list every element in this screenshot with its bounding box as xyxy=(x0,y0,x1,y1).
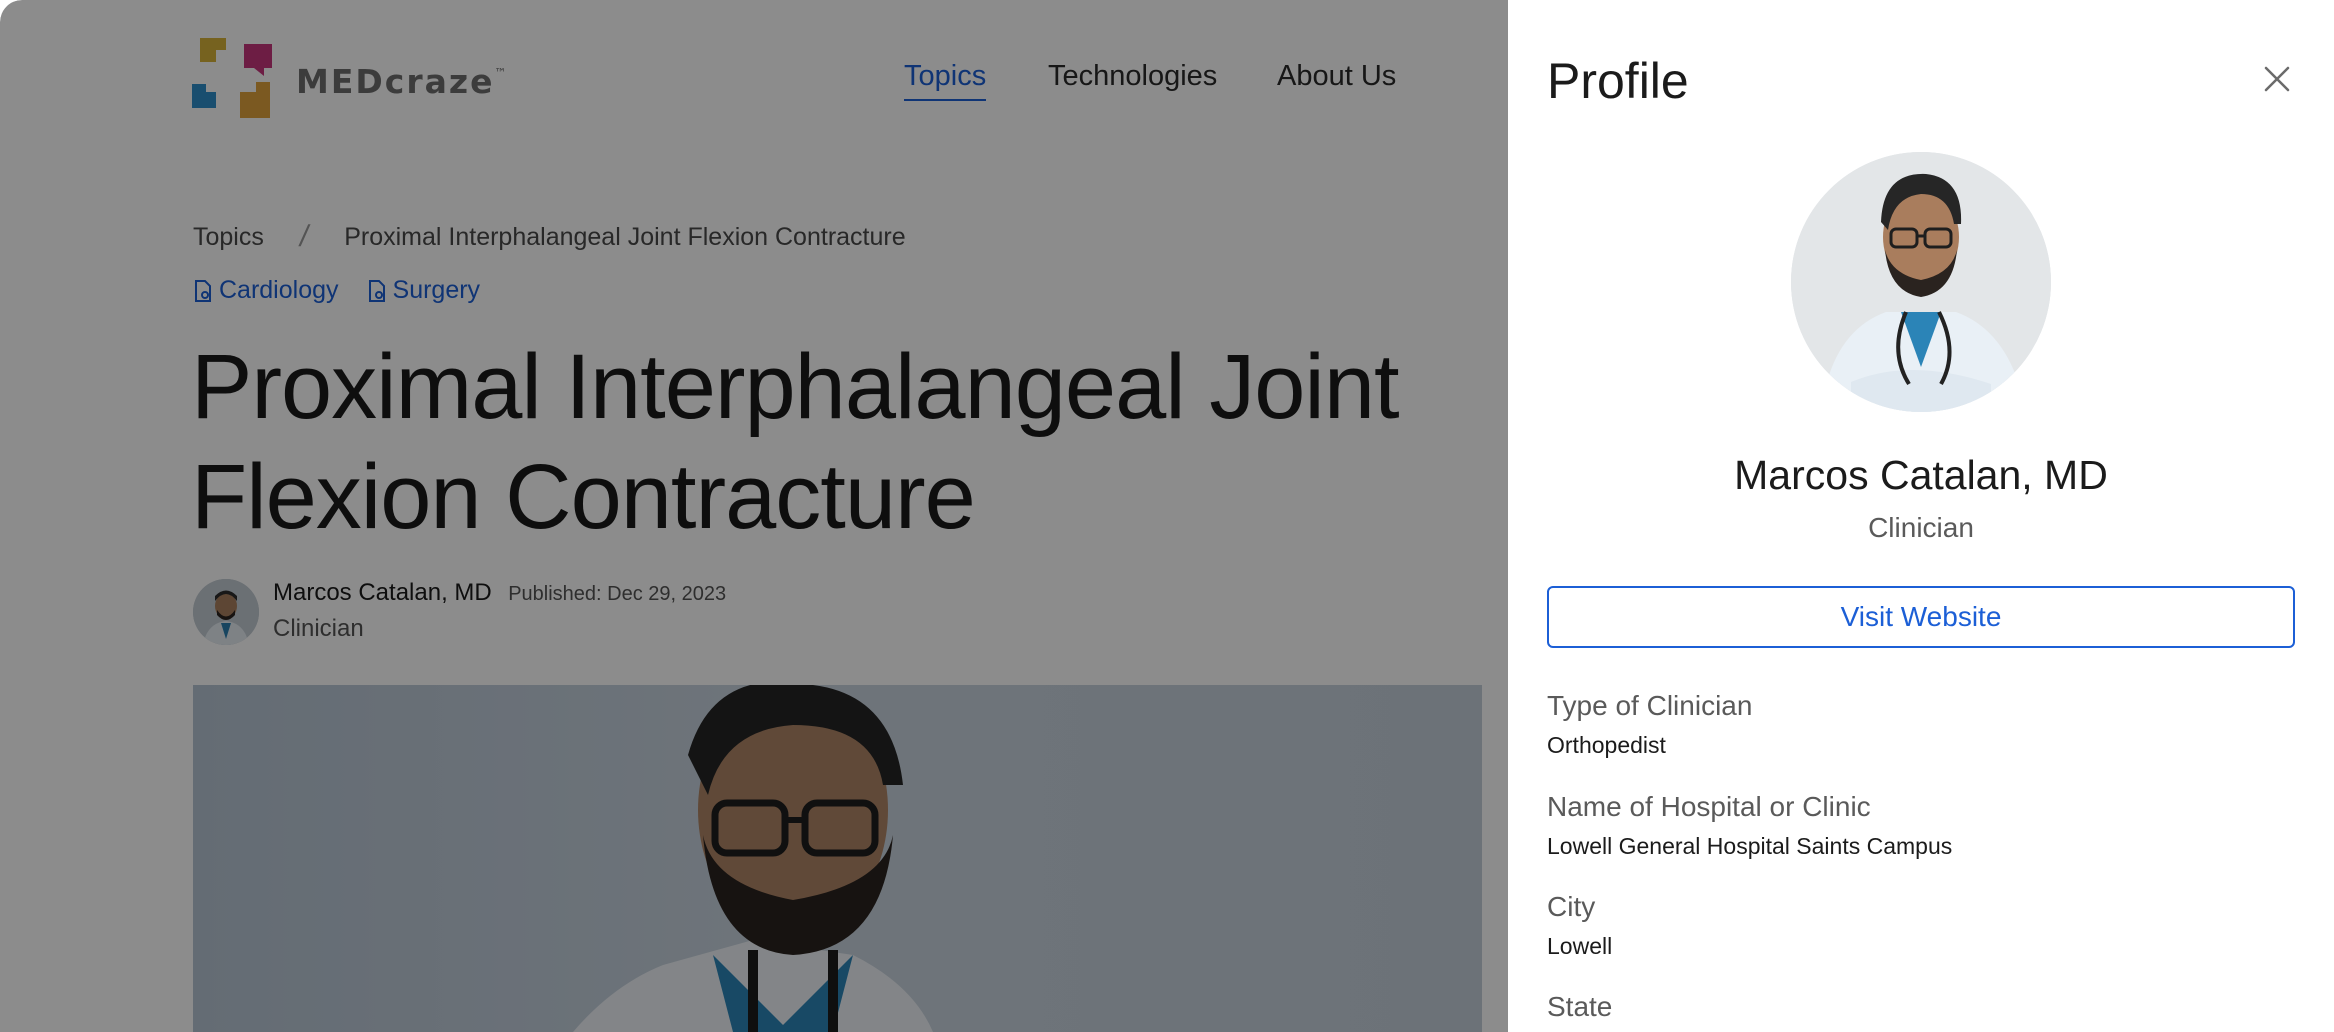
close-button[interactable] xyxy=(2262,64,2292,94)
close-icon xyxy=(2264,66,2290,92)
article-page: MEDcraze™ Topics Technologies About Us T… xyxy=(0,0,1508,1032)
modal-backdrop[interactable] xyxy=(0,0,1508,1032)
field-hospital-name: Name of Hospital or Clinic Lowell Genera… xyxy=(1547,791,1952,860)
field-value: Orthopedist xyxy=(1547,732,1666,758)
field-label: State xyxy=(1547,991,1613,1022)
drawer-title: Profile xyxy=(1547,53,1689,109)
profile-drawer: Profile Marcos Catalan, MD Clinician Vis… xyxy=(1508,0,2334,1032)
field-label: Name of Hospital or Clinic xyxy=(1547,791,1871,822)
field-value: Lowell xyxy=(1547,933,1613,959)
field-city: City Lowell xyxy=(1547,891,1612,960)
field-label: City xyxy=(1547,891,1596,922)
field-value: Lowell General Hospital Saints Campus xyxy=(1547,833,1953,859)
profile-role: Clinician xyxy=(1868,512,1974,543)
field-label: Type of Clinician xyxy=(1547,690,1753,721)
field-type-of-clinician: Type of Clinician Orthopedist xyxy=(1547,690,1752,759)
visit-website-button[interactable]: Visit Website xyxy=(1547,586,2295,648)
field-state: State xyxy=(1547,991,1612,1023)
profile-avatar xyxy=(1791,152,2051,412)
profile-name: Marcos Catalan, MD xyxy=(1734,452,2108,498)
